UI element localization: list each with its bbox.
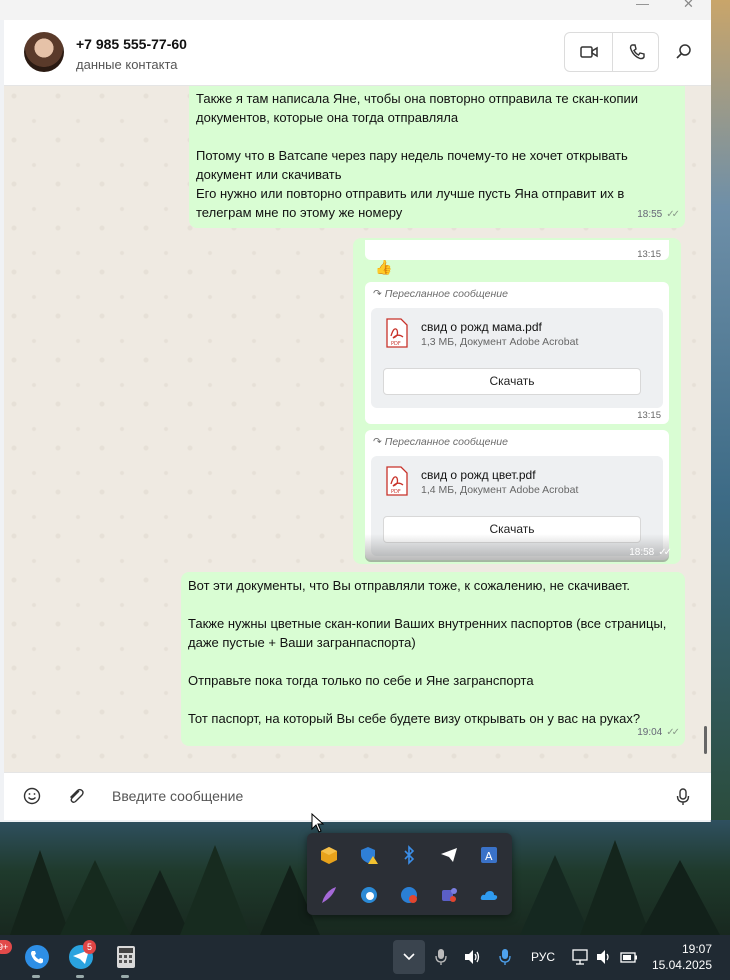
chat-header: +7 985 555-77-60 данные контакта: [4, 20, 711, 86]
close-icon[interactable]: ✕: [683, 0, 694, 12]
running-indicator: [121, 975, 129, 978]
file-name: свид о рожд цвет.pdf: [421, 468, 536, 482]
avatar[interactable]: [24, 32, 64, 72]
show-hidden-icons-button[interactable]: [393, 940, 425, 974]
message-time: 18:58: [629, 547, 655, 558]
chat-area[interactable]: Также я там написала Яне, чтобы она повт…: [4, 86, 711, 772]
message-meta: 19:04 ✓✓: [637, 723, 680, 742]
title-bar: — ✕: [0, 0, 711, 20]
telegram-unread-badge: 5: [83, 940, 97, 954]
forwarded-item: ↷ Пересланное сообщение PDF свид о рожд …: [365, 282, 669, 424]
voice-call-icon[interactable]: [627, 42, 647, 62]
contact-name[interactable]: +7 985 555-77-60: [76, 36, 187, 52]
message-time: 18:55: [637, 209, 663, 220]
voice-input-icon[interactable]: [498, 947, 512, 967]
whatsapp-window: — ✕ +7 985 555-77-60 данные контакта Так…: [0, 0, 711, 822]
forwarded-label: ↷ Пересланное сообщение: [373, 288, 508, 300]
volume-icon[interactable]: [462, 947, 482, 967]
message-input[interactable]: Введите сообщение: [112, 788, 243, 804]
svg-text:A: A: [485, 850, 493, 863]
chevron-down-icon: [403, 953, 415, 961]
teams-icon[interactable]: [439, 885, 459, 905]
emoji-icon[interactable]: [22, 786, 42, 806]
file-info: 1,3 МБ, Документ Adobe Acrobat: [421, 336, 579, 348]
forwarded-label: ↷ Пересланное сообщение: [373, 436, 508, 448]
battery-icon[interactable]: [619, 947, 639, 967]
minimize-icon[interactable]: —: [636, 0, 649, 11]
phone-app-icon[interactable]: [22, 942, 52, 972]
calculator-icon[interactable]: [111, 942, 141, 972]
download-button[interactable]: Скачать: [383, 368, 641, 395]
overflow-fade: [365, 534, 669, 562]
pdf-icon: PDF: [386, 318, 408, 348]
security-warning-icon[interactable]: [359, 845, 379, 865]
translator-icon[interactable]: A: [479, 845, 499, 865]
taskbar-clock[interactable]: 19:07 15.04.2025: [652, 941, 712, 973]
scrollbar-thumb[interactable]: [704, 726, 707, 754]
microphone-icon[interactable]: [673, 787, 693, 807]
taskbar: 9+ 5 РУС 19:07 15.04.2025: [0, 935, 730, 980]
app-update-icon[interactable]: [399, 885, 419, 905]
package-icon[interactable]: [319, 845, 339, 865]
network-icon[interactable]: [571, 947, 591, 967]
edge-browser-icon[interactable]: [359, 885, 379, 905]
forwarded-message-group[interactable]: 13:15 👍 ↷ Пересланное сообщение PDF свид…: [353, 238, 681, 564]
bluetooth-icon[interactable]: [399, 845, 419, 865]
call-buttons: [564, 32, 659, 72]
notification-badge: 9+: [0, 940, 13, 954]
file-info: 1,4 МБ, Документ Adobe Acrobat: [421, 484, 579, 496]
telegram-tray-icon[interactable]: [439, 845, 459, 865]
mouse-cursor-icon: [311, 813, 325, 833]
hidden-tray-icons-flyout: A: [307, 833, 512, 915]
search-icon[interactable]: [674, 42, 694, 62]
running-indicator: [32, 975, 40, 978]
desktop-wallpaper-strip: [710, 0, 730, 830]
forwarded-item-top: 13:15: [365, 240, 669, 260]
message-composer: Введите сообщение: [4, 772, 711, 820]
message-meta: 18:58 ✓✓: [629, 547, 672, 558]
video-call-icon[interactable]: [579, 42, 599, 62]
clock-date: 15.04.2025: [651, 958, 712, 972]
message-time: 13:15: [637, 410, 661, 421]
read-receipt-icon: ✓✓: [658, 547, 672, 558]
message-time: 13:15: [637, 249, 661, 260]
attach-icon[interactable]: [66, 786, 86, 806]
clock-time: 19:07: [681, 942, 712, 956]
pdf-icon: PDF: [386, 466, 408, 496]
message-time: 19:04: [637, 727, 663, 738]
message-meta: 18:55 ✓✓: [637, 205, 680, 224]
read-receipt-icon: ✓✓: [666, 209, 680, 220]
thumbs-up-reaction[interactable]: 👍: [375, 259, 392, 276]
contact-details-link[interactable]: данные контакта: [76, 57, 178, 72]
speaker-icon[interactable]: [594, 947, 614, 967]
file-attachment[interactable]: PDF свид о рожд мама.pdf 1,3 МБ, Докумен…: [371, 308, 663, 408]
svg-text:PDF: PDF: [391, 341, 401, 347]
read-receipt-icon: ✓✓: [666, 727, 680, 738]
message-text: Также я там написала Яне, чтобы она повт…: [196, 91, 639, 220]
input-language-indicator[interactable]: РУС: [531, 950, 555, 964]
file-name: свид о рожд мама.pdf: [421, 320, 542, 334]
message-text: Вот эти документы, что Вы отправляли тож…: [188, 578, 667, 726]
outgoing-message[interactable]: Вот эти документы, что Вы отправляли тож…: [181, 572, 685, 746]
microphone-tray-icon[interactable]: [434, 947, 448, 967]
onedrive-icon[interactable]: [479, 885, 499, 905]
outgoing-message[interactable]: Также я там написала Яне, чтобы она повт…: [189, 86, 685, 228]
svg-text:PDF: PDF: [391, 489, 401, 495]
feather-app-icon[interactable]: [319, 885, 339, 905]
running-indicator: [76, 975, 84, 978]
